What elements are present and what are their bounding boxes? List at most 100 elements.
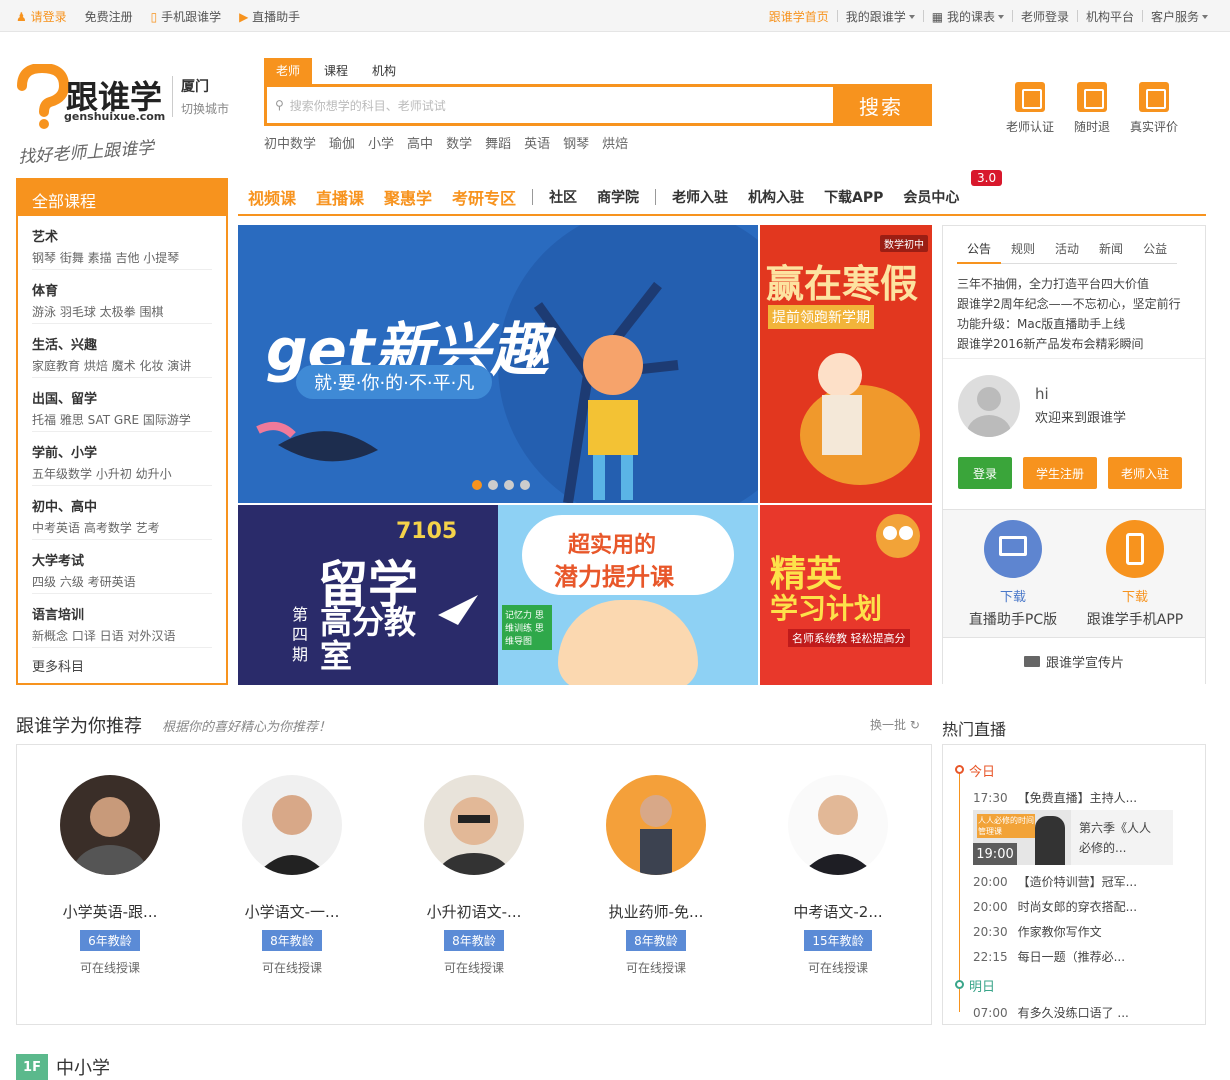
teacher-login-link[interactable]: 老师登录 <box>1021 8 1069 25</box>
refresh-button[interactable]: 换一批 ↻ <box>870 716 920 733</box>
teacher-name[interactable]: 小学语文-一... <box>227 901 357 922</box>
live-item[interactable]: 07:00 有多久没练口语了 ... <box>973 1004 1129 1021</box>
notice-item[interactable]: 跟谁学2016新产品发布会精彩瞬间 <box>957 334 1181 354</box>
register-link[interactable]: 免费注册 <box>85 8 133 25</box>
mobile-link[interactable]: ▯ 手机跟谁学 <box>151 8 221 25</box>
notice-tab[interactable]: 活动 <box>1045 240 1090 264</box>
service-menu[interactable]: 客户服务 <box>1151 8 1208 25</box>
notice-tab[interactable]: 新闻 <box>1089 240 1134 264</box>
search-button[interactable]: 搜索 <box>833 87 929 123</box>
category-group-title[interactable]: 学前、小学 <box>32 446 212 461</box>
hot-keyword[interactable]: 钢琴 <box>563 133 589 152</box>
category-group[interactable]: 生活、兴趣 家庭教育 烘焙 魔术 化妆 演讲 <box>32 324 212 378</box>
teacher-name[interactable]: 小升初语文-... <box>409 901 539 922</box>
my-gsx-label[interactable]: 我的跟谁学 <box>846 10 906 24</box>
teacher-card[interactable]: 小升初语文-... 8年教龄 可在线授课 <box>409 775 539 976</box>
live-item-title[interactable]: 有多久没练口语了 ... <box>1018 1006 1129 1020</box>
login-label[interactable]: 请登录 <box>31 10 67 24</box>
live-item[interactable]: 22:15 每日一题（推荐必... <box>973 948 1125 965</box>
home-link[interactable]: 跟谁学首页 <box>769 8 829 25</box>
teacher-card[interactable]: 执业药师-免... 8年教龄 可在线授课 <box>591 775 721 976</box>
study-abroad-banner[interactable]: 7105 留学 高分教室 第四期 <box>238 505 498 685</box>
teacher-name[interactable]: 中考语文-2... <box>773 901 903 922</box>
category-group-items[interactable]: 五年级数学 小升初 幼升小 <box>32 465 212 482</box>
download-app[interactable]: 下载 跟谁学手机APP <box>1077 520 1193 629</box>
category-group[interactable]: 出国、留学 托福 雅思 SAT GRE 国际游学 <box>32 378 212 432</box>
carousel-dot[interactable] <box>520 480 530 490</box>
teacher-name[interactable]: 小学英语-跟... <box>45 901 175 922</box>
site-logo[interactable]: 跟谁学 genshuixue.com <box>14 62 174 134</box>
teacher-card[interactable]: 小学英语-跟... 6年教龄 可在线授课 <box>45 775 175 976</box>
notice-tab[interactable]: 规则 <box>1001 240 1046 264</box>
floor-title[interactable]: 中小学 <box>56 1054 110 1080</box>
live-item[interactable]: 20:30 作家教你写作文 <box>973 923 1102 940</box>
org-platform-link[interactable]: 机构平台 <box>1086 8 1134 25</box>
hot-keyword[interactable]: 高中 <box>407 133 433 152</box>
category-group-items[interactable]: 四级 六级 考研英语 <box>32 573 212 590</box>
teacher-avatar[interactable] <box>60 775 160 875</box>
elite-plan-banner[interactable]: 精英 学习计划 名师系统教 轻松提高分 <box>760 505 932 685</box>
category-group-items[interactable]: 新概念 口译 日语 对外汉语 <box>32 627 212 644</box>
login-button[interactable]: 登录 <box>958 457 1012 489</box>
download-pc-label[interactable]: 直播助手PC版 <box>955 609 1071 629</box>
category-group-title[interactable]: 大学考试 <box>32 554 212 569</box>
category-group-title[interactable]: 初中、高中 <box>32 500 212 515</box>
notice-item[interactable]: 三年不抽佣，全力打造平台四大价值 <box>957 274 1181 294</box>
live-helper-link[interactable]: ▶ 直播助手 <box>239 8 300 25</box>
hot-keyword[interactable]: 瑜伽 <box>329 133 355 152</box>
category-group[interactable]: 大学考试四级 六级 考研英语 <box>32 540 212 594</box>
nav-teacher-join[interactable]: 老师入驻 <box>672 187 728 207</box>
download-app-label[interactable]: 跟谁学手机APP <box>1077 609 1193 629</box>
live-item-title[interactable]: 每日一题（推荐必... <box>1018 950 1125 964</box>
hot-keyword[interactable]: 英语 <box>524 133 550 152</box>
teacher-name[interactable]: 执业药师-免... <box>591 901 721 922</box>
carousel-dot[interactable] <box>472 480 482 490</box>
nav-live-course[interactable]: 直播课 <box>316 185 364 209</box>
my-schedule-menu[interactable]: ▦ 我的课表 <box>932 8 1004 25</box>
category-group-items[interactable]: 游泳 羽毛球 太极拳 围棋 <box>32 303 212 320</box>
student-register-button[interactable]: 学生注册 <box>1023 457 1097 489</box>
review-link[interactable]: 真实评价 <box>1124 82 1184 135</box>
nav-member-center[interactable]: 会员中心 <box>903 187 959 207</box>
notice-item[interactable]: 跟谁学2周年纪念——不忘初心，坚定前行 <box>957 294 1181 314</box>
featured-live-title[interactable]: 第六季《人人 必修的... <box>1079 818 1151 858</box>
nav-download-app[interactable]: 下载APP <box>824 187 883 207</box>
mobile-label[interactable]: 手机跟谁学 <box>161 10 221 24</box>
nav-business-school[interactable]: 商学院 <box>597 187 639 207</box>
category-group[interactable]: 初中、高中 中考英语 高考数学 艺考 <box>32 486 212 540</box>
nav-kaoyan[interactable]: 考研专区 <box>452 185 516 209</box>
nav-deals[interactable]: 聚惠学 <box>384 185 432 209</box>
hot-keyword[interactable]: 烘焙 <box>602 133 628 152</box>
live-item-title[interactable]: 时尚女郎的穿衣搭配... <box>1018 900 1137 914</box>
more-subjects-link[interactable]: 更多科目 <box>32 656 212 675</box>
teacher-cert-link[interactable]: 老师认证 <box>1000 82 1060 135</box>
live-item[interactable]: 20:00 【造价特训营】冠军... <box>973 873 1137 890</box>
teacher-avatar[interactable] <box>788 775 888 875</box>
teacher-avatar[interactable] <box>242 775 342 875</box>
live-helper-label[interactable]: 直播助手 <box>252 10 300 24</box>
teacher-avatar[interactable] <box>606 775 706 875</box>
winter-banner[interactable]: 数学初中 赢在寒假 提前领跑新学期 <box>760 225 932 503</box>
category-group-title[interactable]: 生活、兴趣 <box>32 338 212 353</box>
service-label[interactable]: 客户服务 <box>1151 10 1199 24</box>
login-link[interactable]: ♟ 请登录 <box>16 8 67 25</box>
refund-link[interactable]: 随时退 <box>1062 82 1122 135</box>
main-carousel-banner[interactable]: get新兴趣 就·要·你·的·不·平·凡 <box>238 225 758 503</box>
nav-org-join[interactable]: 机构入驻 <box>748 187 804 207</box>
category-group[interactable]: 艺术 钢琴 街舞 素描 吉他 小提琴 <box>32 216 212 270</box>
notice-item[interactable]: 功能升级：Mac版直播助手上线 <box>957 314 1181 334</box>
search-input[interactable]: ⚲ 搜索你想学的科目、老师试试 <box>267 87 833 123</box>
search-tab-org[interactable]: 机构 <box>360 58 408 85</box>
notice-tab[interactable]: 公告 <box>957 240 1002 264</box>
switch-city-link[interactable]: 切换城市 <box>181 100 229 117</box>
category-group-title[interactable]: 语言培训 <box>32 608 212 623</box>
category-group[interactable]: 学前、小学五年级数学 小升初 幼升小 <box>32 432 212 486</box>
download-pc[interactable]: 下载 直播助手PC版 <box>955 520 1071 629</box>
carousel-dot[interactable] <box>488 480 498 490</box>
teacher-card[interactable]: 小学语文-一... 8年教龄 可在线授课 <box>227 775 357 976</box>
category-group-title[interactable]: 出国、留学 <box>32 392 212 407</box>
search-tab-course[interactable]: 课程 <box>312 58 360 85</box>
hot-keyword[interactable]: 小学 <box>368 133 394 152</box>
category-group-title[interactable]: 体育 <box>32 284 212 299</box>
download-pc-action[interactable]: 下载 <box>955 586 1071 605</box>
